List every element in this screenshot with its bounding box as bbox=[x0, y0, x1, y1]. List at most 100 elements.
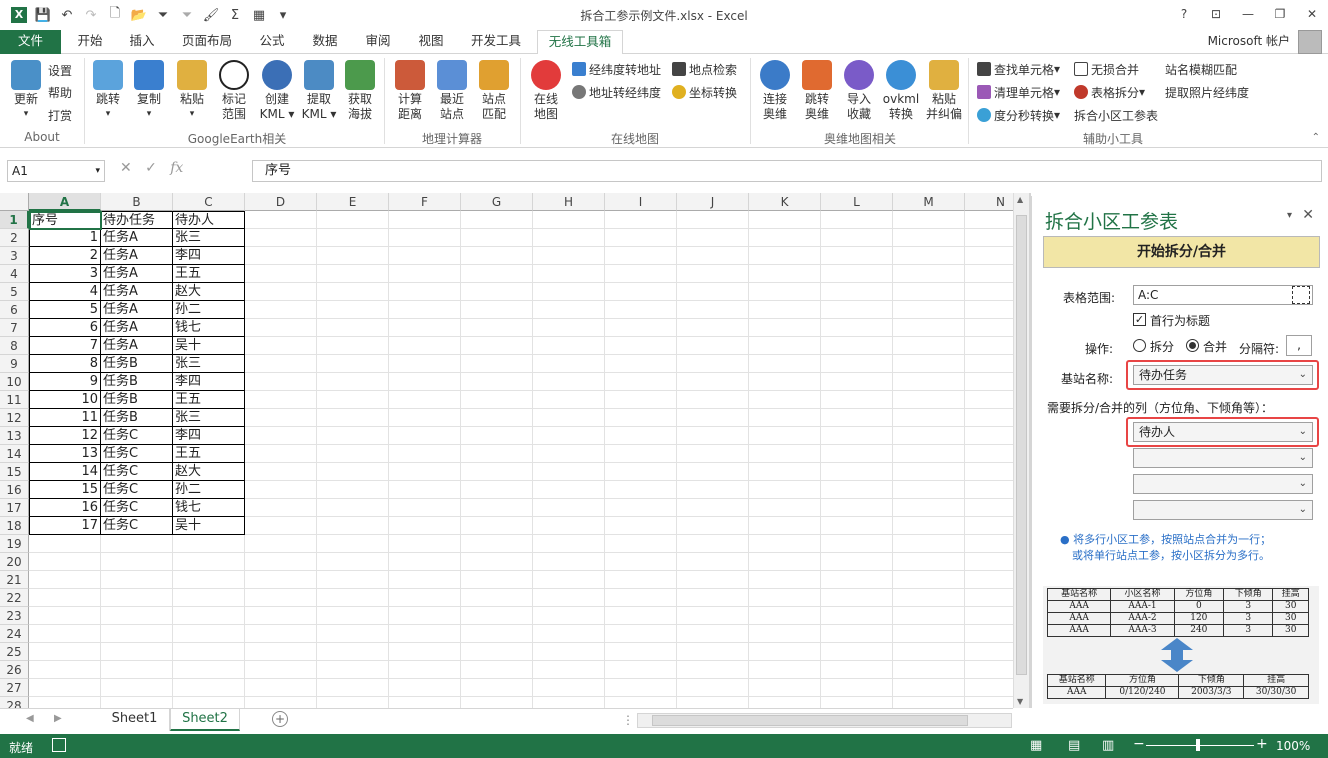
start-split-merge-button[interactable]: 开始拆分/合并 bbox=[1043, 236, 1320, 268]
tab-file[interactable]: 文件 bbox=[0, 30, 61, 54]
grid-cell[interactable]: 任务A bbox=[101, 247, 173, 265]
close-button[interactable]: ✕ bbox=[1296, 0, 1328, 28]
poi-search-button[interactable]: 地点检索 bbox=[672, 59, 737, 79]
scroll-up-icon[interactable]: ▲ bbox=[1017, 195, 1023, 204]
grid-cell[interactable]: 任务A bbox=[101, 319, 173, 337]
grid-cell[interactable]: 13 bbox=[29, 445, 101, 463]
grid-cell[interactable]: 1 bbox=[29, 229, 101, 247]
add-sheet-icon[interactable]: + bbox=[272, 711, 288, 727]
reward-button[interactable]: 打赏 bbox=[48, 105, 72, 125]
fuzzy-match-button[interactable]: 站名模糊匹配 bbox=[1165, 59, 1237, 79]
grid-cell[interactable]: 任务A bbox=[101, 337, 173, 355]
find-cells-button[interactable]: 查找单元格 ▾ bbox=[977, 59, 1060, 79]
grid-cell[interactable]: 11 bbox=[29, 409, 101, 427]
tab-formulas[interactable]: 公式 bbox=[252, 30, 292, 54]
grid-cell[interactable]: 2 bbox=[29, 247, 101, 265]
row-header[interactable]: 19 bbox=[0, 535, 29, 553]
grid-cell[interactable]: 钱七 bbox=[173, 499, 245, 517]
row-header[interactable]: 9 bbox=[0, 355, 29, 373]
grid-cell[interactable]: 吴十 bbox=[173, 517, 245, 535]
header-row-checkbox[interactable]: ✓ bbox=[1133, 313, 1146, 326]
row-header[interactable]: 25 bbox=[0, 643, 29, 661]
site-match-button[interactable]: 站点 匹配 bbox=[476, 60, 512, 122]
column-header[interactable]: I bbox=[605, 193, 677, 211]
cancel-icon[interactable]: ✕ bbox=[120, 160, 132, 176]
tab-insert[interactable]: 插入 bbox=[122, 30, 162, 54]
coord-convert-button[interactable]: 坐标转换 bbox=[672, 82, 737, 102]
row-header[interactable]: 3 bbox=[0, 247, 29, 265]
separator-input[interactable]: , bbox=[1286, 335, 1312, 356]
vertical-scrollbar[interactable]: ▲ ▼ bbox=[1013, 193, 1029, 708]
jump-ovi-button[interactable]: 跳转 奥维 bbox=[798, 60, 836, 122]
column-header[interactable]: A bbox=[29, 193, 101, 211]
split-radio[interactable] bbox=[1133, 339, 1146, 352]
column-dropdown-2[interactable]: ⌄ bbox=[1133, 448, 1313, 468]
station-name-dropdown[interactable]: 待办任务 ⌄ bbox=[1133, 365, 1313, 385]
select-all-corner[interactable] bbox=[0, 193, 29, 211]
zoom-in-icon[interactable]: + bbox=[1256, 736, 1268, 752]
insert-function-icon[interactable]: fx bbox=[170, 160, 183, 176]
row-header[interactable]: 28 bbox=[0, 697, 29, 708]
row-header[interactable]: 10 bbox=[0, 373, 29, 391]
settings-button[interactable]: 设置 bbox=[48, 60, 72, 80]
grid-cell[interactable]: 6 bbox=[29, 319, 101, 337]
macro-record-icon[interactable] bbox=[52, 738, 66, 752]
column-header[interactable]: N bbox=[965, 193, 1013, 211]
grid-cell[interactable]: 李四 bbox=[173, 247, 245, 265]
grid-cell[interactable]: 14 bbox=[29, 463, 101, 481]
grid-cell[interactable]: 任务C bbox=[101, 517, 173, 535]
column-header[interactable]: G bbox=[461, 193, 533, 211]
grid-cell[interactable]: 王五 bbox=[173, 391, 245, 409]
next-sheet-icon[interactable]: ▶ bbox=[54, 713, 62, 724]
grid-cell[interactable]: 9 bbox=[29, 373, 101, 391]
grid-cell[interactable]: 待办人 bbox=[173, 211, 245, 229]
scroll-down-icon[interactable]: ▼ bbox=[1017, 697, 1023, 706]
grid-cell[interactable]: 张三 bbox=[173, 409, 245, 427]
help-icon[interactable]: ? bbox=[1168, 0, 1200, 28]
zoom-slider[interactable] bbox=[1146, 745, 1254, 746]
normal-view-icon[interactable]: ▦ bbox=[1030, 738, 1042, 753]
zoom-level[interactable]: 100% bbox=[1276, 739, 1310, 753]
grid-cell[interactable]: 吴十 bbox=[173, 337, 245, 355]
page-break-view-icon[interactable]: ▥ bbox=[1102, 738, 1114, 753]
help-button[interactable]: 帮助 bbox=[48, 82, 72, 102]
grid-cell[interactable]: 任务B bbox=[101, 355, 173, 373]
cell-split-merge-button[interactable]: 拆合小区工参表 bbox=[1074, 105, 1158, 125]
grid-cell[interactable]: 赵大 bbox=[173, 283, 245, 301]
tab-developer[interactable]: 开发工具 bbox=[462, 30, 530, 54]
grid-cell[interactable]: 5 bbox=[29, 301, 101, 319]
row-header[interactable]: 22 bbox=[0, 589, 29, 607]
range-input[interactable]: A:C bbox=[1133, 285, 1313, 305]
nearest-site-button[interactable]: 最近 站点 bbox=[434, 60, 470, 122]
ge-jump-button[interactable]: 跳转 ▾ bbox=[92, 60, 124, 122]
row-header[interactable]: 12 bbox=[0, 409, 29, 427]
account-link[interactable]: Microsoft 帐户 bbox=[1208, 32, 1290, 49]
grid-cell[interactable]: 任务C bbox=[101, 445, 173, 463]
merge-radio[interactable] bbox=[1186, 339, 1199, 352]
row-header[interactable]: 21 bbox=[0, 571, 29, 589]
zoom-slider-thumb[interactable] bbox=[1196, 739, 1200, 751]
grid-cell[interactable]: 7 bbox=[29, 337, 101, 355]
grid-cell[interactable]: 12 bbox=[29, 427, 101, 445]
row-header[interactable]: 27 bbox=[0, 679, 29, 697]
horizontal-scrollbar[interactable] bbox=[637, 713, 1012, 728]
ge-create-kml-button[interactable]: 创建 KML ▾ bbox=[256, 60, 298, 122]
column-header[interactable]: K bbox=[749, 193, 821, 211]
tab-page-layout[interactable]: 页面布局 bbox=[175, 30, 239, 54]
ovkml-convert-button[interactable]: ovkml 转换 bbox=[880, 60, 922, 122]
update-button[interactable]: 更新 ▾ bbox=[8, 60, 44, 122]
grid-cell[interactable]: 张三 bbox=[173, 229, 245, 247]
grid-cell[interactable]: 待办任务 bbox=[101, 211, 173, 229]
formula-input[interactable]: 序号 bbox=[252, 160, 1322, 182]
latlng-to-address-button[interactable]: 经纬度转地址 bbox=[572, 59, 661, 79]
grid-cell[interactable]: 任务C bbox=[101, 463, 173, 481]
ge-mark-range-button[interactable]: 标记 范围 bbox=[216, 60, 252, 122]
grid-cell[interactable]: 任务A bbox=[101, 283, 173, 301]
row-header[interactable]: 17 bbox=[0, 499, 29, 517]
column-header[interactable]: E bbox=[317, 193, 389, 211]
row-header[interactable]: 20 bbox=[0, 553, 29, 571]
grid-cell[interactable]: 任务C bbox=[101, 427, 173, 445]
grid-cell[interactable]: 孙二 bbox=[173, 481, 245, 499]
row-header[interactable]: 13 bbox=[0, 427, 29, 445]
page-layout-view-icon[interactable]: ▤ bbox=[1068, 738, 1080, 753]
